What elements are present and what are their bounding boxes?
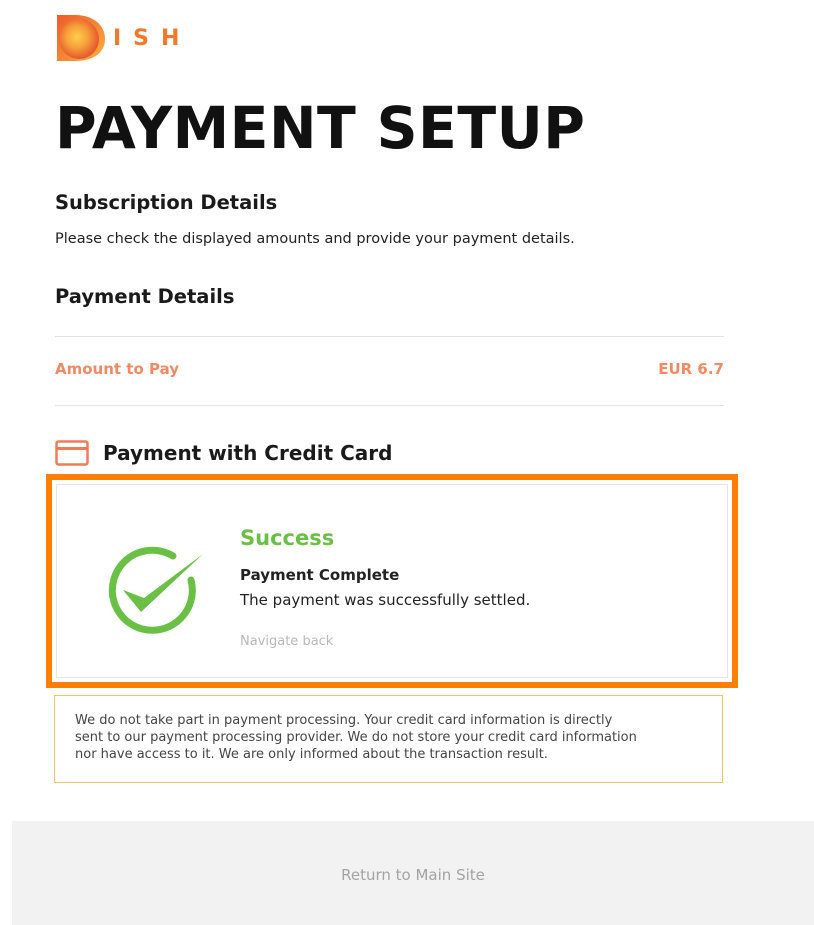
logo-mark-icon: [57, 15, 105, 61]
check-circle-icon: [108, 546, 203, 634]
subscription-details-heading: Subscription Details: [55, 191, 278, 214]
payment-details-heading: Payment Details: [55, 285, 235, 308]
amount-value: EUR 6.7: [658, 360, 724, 378]
notice-line: sent to our payment processing provider.…: [75, 730, 637, 745]
return-to-main-site-link[interactable]: Return to Main Site: [12, 866, 814, 884]
privacy-notice: We do not take part in payment processin…: [54, 695, 723, 783]
credit-card-heading-text: Payment with Credit Card: [103, 441, 393, 465]
credit-card-icon: [55, 440, 89, 466]
amount-row: Amount to Pay EUR 6.7: [55, 360, 724, 378]
divider: [55, 405, 724, 406]
footer: Return to Main Site: [12, 821, 814, 925]
divider: [55, 336, 724, 337]
credit-card-section-heading: Payment with Credit Card: [55, 440, 392, 466]
logo-text: ISH: [113, 25, 192, 51]
result-status: Success: [240, 526, 335, 550]
notice-line: nor have access to it. We are only infor…: [75, 747, 548, 762]
payment-result-inner: Success Payment Complete The payment was…: [56, 484, 728, 678]
page-title: PAYMENT SETUP: [55, 94, 586, 162]
navigate-back-link[interactable]: Navigate back: [240, 634, 333, 649]
amount-label: Amount to Pay: [55, 360, 180, 378]
notice-line: We do not take part in payment processin…: [75, 713, 613, 728]
result-message: The payment was successfully settled.: [240, 591, 531, 609]
brand-logo: ISH: [55, 10, 191, 64]
result-title: Payment Complete: [240, 566, 400, 584]
subscription-instruction: Please check the displayed amounts and p…: [55, 231, 575, 247]
payment-result-panel: Success Payment Complete The payment was…: [46, 474, 738, 688]
